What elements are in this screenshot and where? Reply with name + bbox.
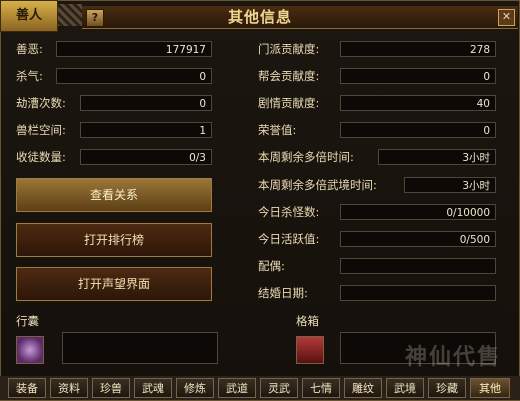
view-relations-button[interactable]: 查看关系 xyxy=(16,178,212,212)
stat-value-daily-kills: 0/10000 xyxy=(340,204,496,220)
tab-profile[interactable]: 资料 xyxy=(50,378,88,398)
stat-value-kill-aura: 0 xyxy=(56,68,212,84)
stat-label-multi-realm-time: 本周剩余多倍武境时间: xyxy=(258,178,377,192)
bag-icon[interactable] xyxy=(16,336,44,364)
stat-label-spouse: 配偶: xyxy=(258,259,285,273)
watermark-text: 神仙代售 xyxy=(404,345,501,370)
stat-label-kill-aura: 杀气: xyxy=(16,69,43,83)
bag-panel xyxy=(62,332,218,364)
stat-value-good-evil: 177917 xyxy=(56,41,212,57)
tab-collection[interactable]: 珍藏 xyxy=(428,378,466,398)
stat-label-sect-contribution: 门派贡献度: xyxy=(258,42,320,56)
stat-value-sect-contribution: 278 xyxy=(340,41,496,57)
open-ranking-button[interactable]: 打开排行榜 xyxy=(16,223,212,257)
stat-value-robbery-count: 0 xyxy=(80,95,212,111)
stat-label-good-evil: 善恶: xyxy=(16,42,43,56)
stat-label-multi-exp-time: 本周剩余多倍时间: xyxy=(258,150,354,164)
bag-label: 行囊 xyxy=(16,314,39,328)
stat-value-honor: 0 xyxy=(340,122,496,138)
box-label: 格箱 xyxy=(296,314,319,328)
tab-martial-realm[interactable]: 武境 xyxy=(386,378,424,398)
tab-cultivation[interactable]: 修炼 xyxy=(176,378,214,398)
stat-value-multi-exp-time: 3小时 xyxy=(378,149,496,165)
tab-martial-way[interactable]: 武道 xyxy=(218,378,256,398)
stat-value-pet-space: 1 xyxy=(80,122,212,138)
help-button[interactable]: ? xyxy=(86,9,104,27)
stat-value-apprentice-count: 0/3 xyxy=(80,149,212,165)
stat-label-guild-contribution: 帮会贡献度: xyxy=(258,69,320,83)
open-reputation-button[interactable]: 打开声望界面 xyxy=(16,267,212,301)
tab-other[interactable]: 其他 xyxy=(470,378,510,398)
stat-label-daily-kills: 今日杀怪数: xyxy=(258,205,320,219)
tab-equipment[interactable]: 装备 xyxy=(8,378,46,398)
stat-label-story-contribution: 剧情贡献度: xyxy=(258,96,320,110)
stat-value-spouse xyxy=(340,258,496,274)
box-icon[interactable] xyxy=(296,336,324,364)
stat-label-wedding-date: 结婚日期: xyxy=(258,286,308,300)
stat-value-multi-realm-time: 3小时 xyxy=(404,177,496,193)
tab-pets[interactable]: 珍兽 xyxy=(92,378,130,398)
window-title: 其他信息 xyxy=(227,8,292,26)
tab-martial-soul[interactable]: 武魂 xyxy=(134,378,172,398)
stat-label-pet-space: 兽栏空间: xyxy=(16,123,66,137)
stat-label-robbery-count: 劫漕次数: xyxy=(16,96,66,110)
stat-value-wedding-date xyxy=(340,285,496,301)
tab-spirit-weapon[interactable]: 灵武 xyxy=(260,378,298,398)
stat-value-guild-contribution: 0 xyxy=(340,68,496,84)
close-button[interactable]: ✕ xyxy=(498,9,515,26)
tab-emotions[interactable]: 七情 xyxy=(302,378,340,398)
stat-label-daily-activity: 今日活跃值: xyxy=(258,232,320,246)
stat-value-story-contribution: 40 xyxy=(340,95,496,111)
stat-value-daily-activity: 0/500 xyxy=(340,231,496,247)
stat-label-honor: 荣誉值: xyxy=(258,123,297,137)
stat-label-apprentice-count: 收徒数量: xyxy=(16,150,66,164)
tab-engraving[interactable]: 雕纹 xyxy=(344,378,382,398)
